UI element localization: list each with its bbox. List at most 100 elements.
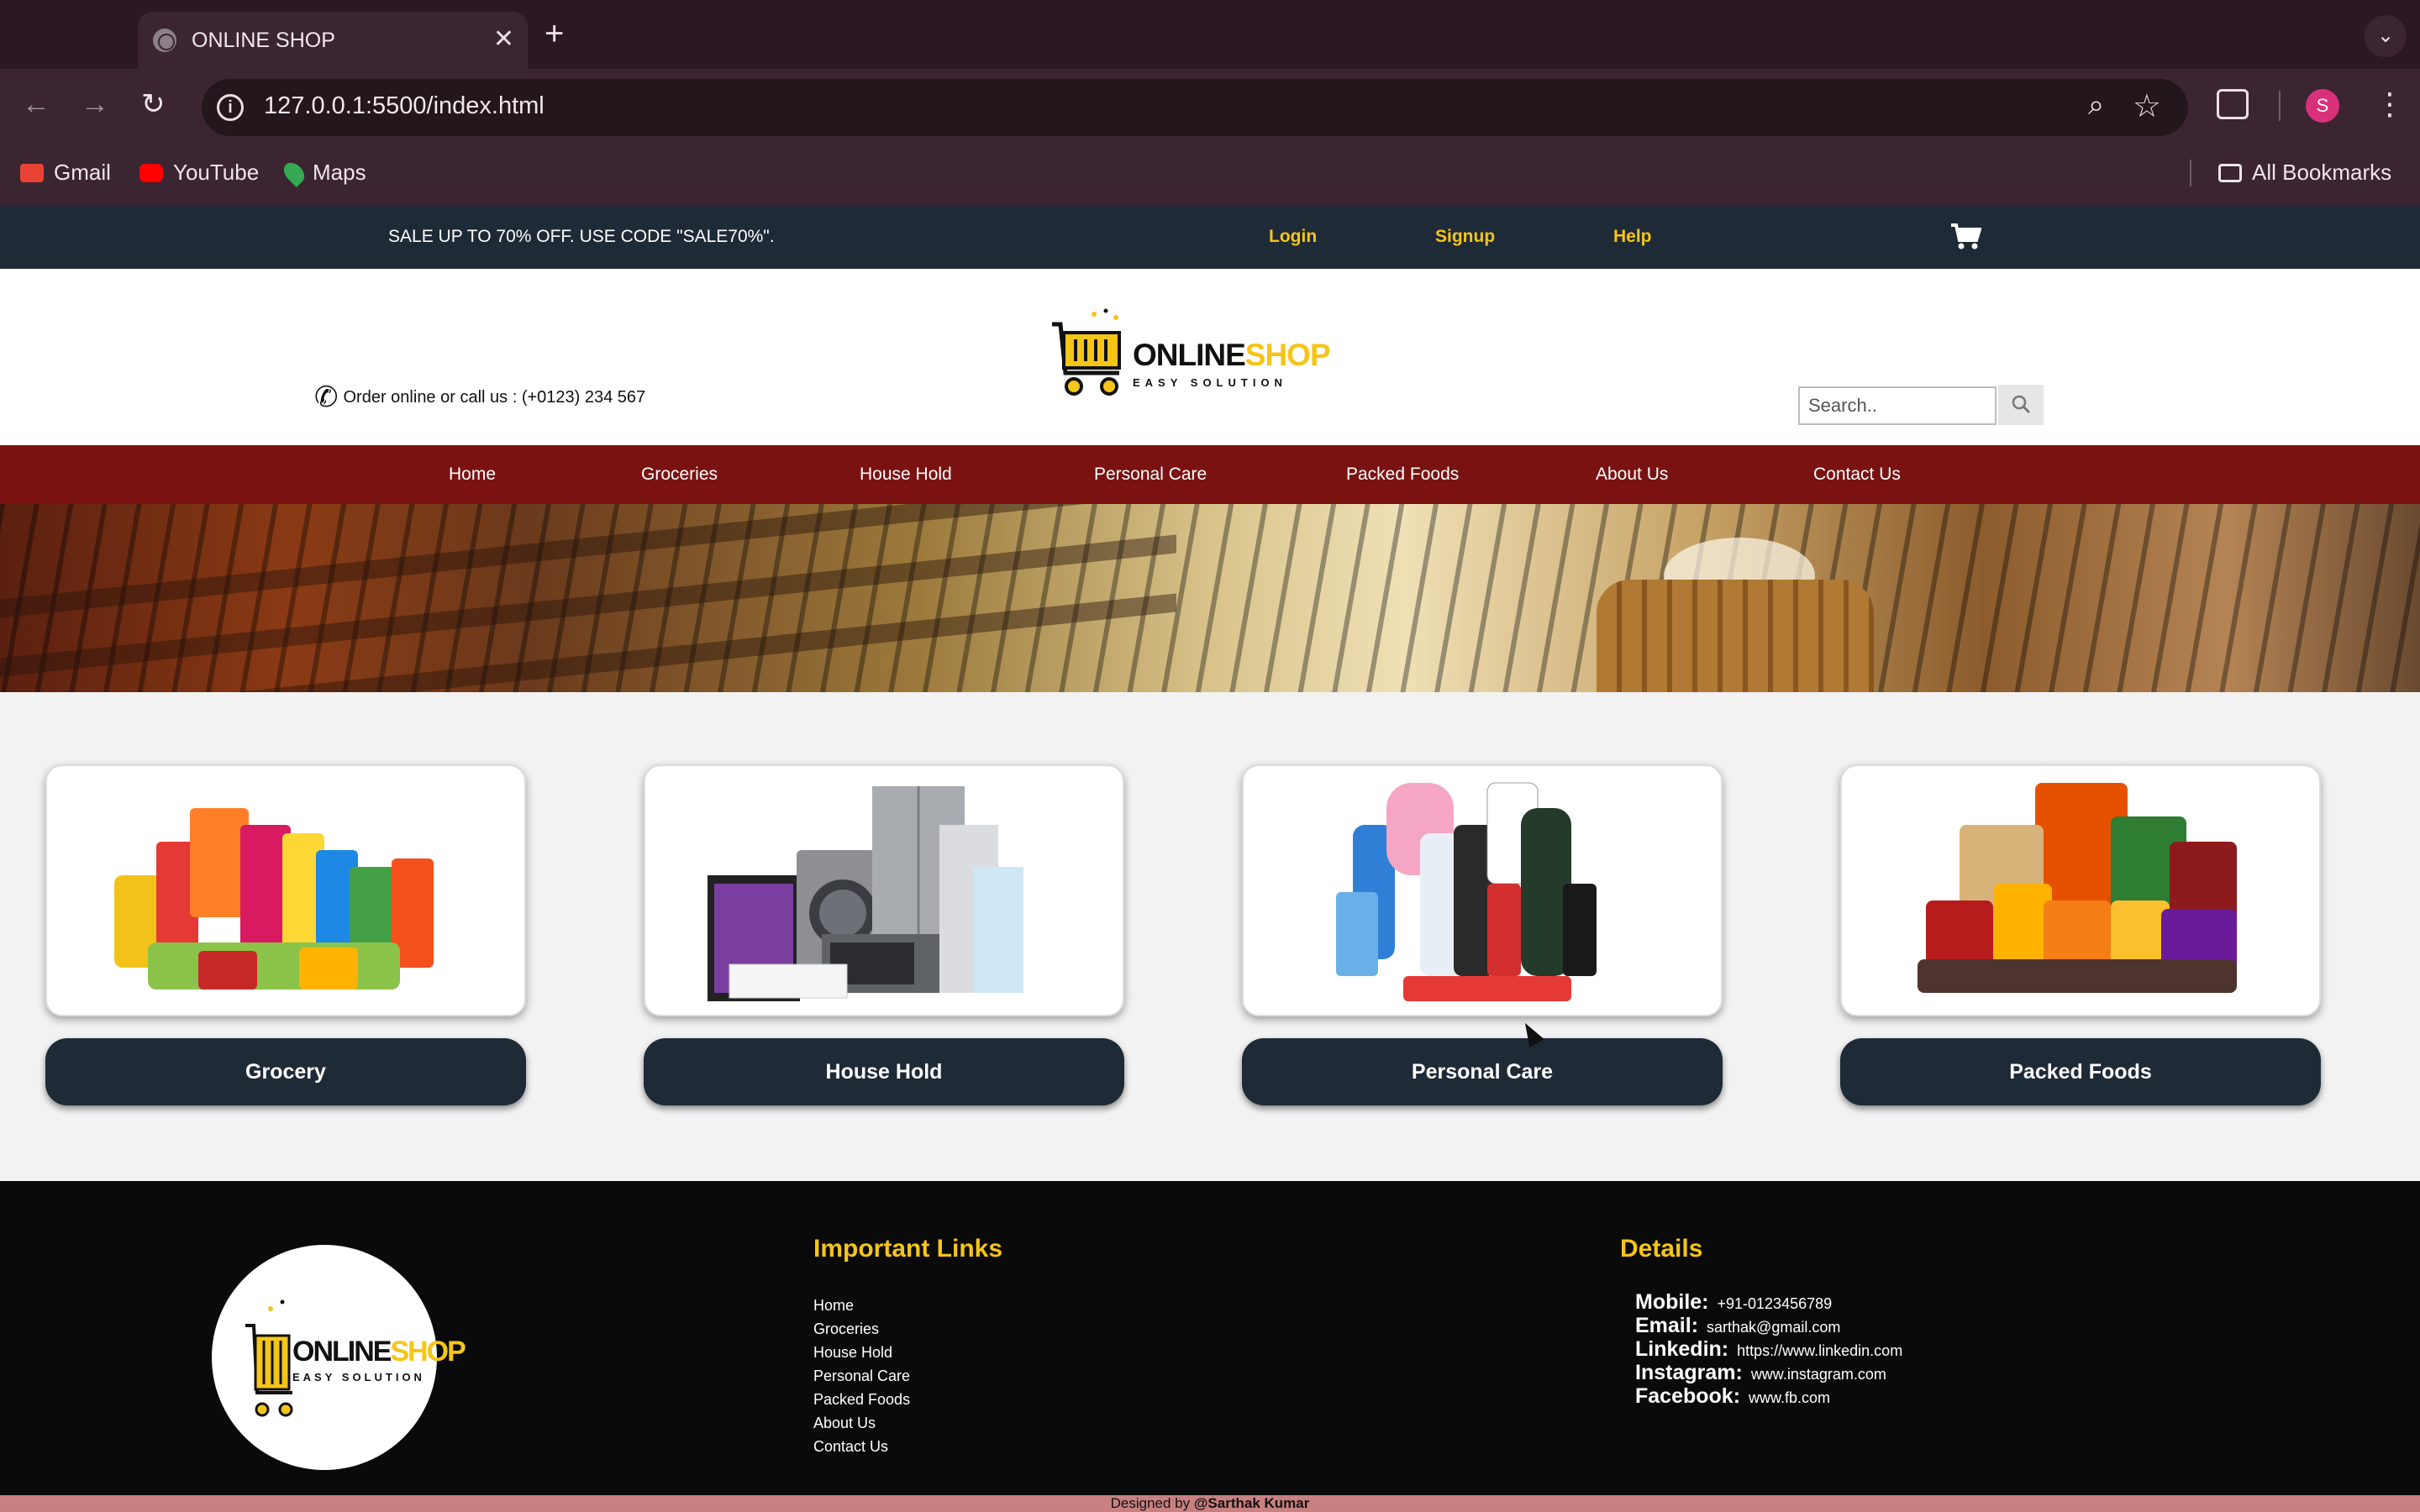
signup-link[interactable]: Signup [1435,205,1495,269]
detail-mobile: Mobile: +91-0123456789 [1635,1290,1832,1315]
toolbar-divider [2279,91,2281,121]
nav-packed-foods[interactable]: Packed Foods [1346,445,1459,504]
banner-barrel [1597,580,1874,692]
detail-key: Linkedin: [1635,1337,1729,1361]
web-page: SALE UP TO 70% OFF. USE CODE "SALE70%". … [0,205,2420,1512]
credit-author: @Sarthak Kumar [1193,1495,1310,1511]
search-button[interactable] [1998,385,2044,425]
logo-word-online: ONLINE [1133,338,1246,372]
nav-contact-us[interactable]: Contact Us [1813,445,1901,504]
household-card[interactable] [644,764,1124,1016]
site-footer: ONLINESHOP EASY SOLUTION Important Links… [0,1181,2420,1495]
household-appliances-image [708,786,1023,1001]
detail-value: sarthak@gmail.com [1707,1319,1841,1336]
site-logo[interactable]: ONLINESHOP EASY SOLUTION [1047,306,1331,400]
footer-link-groceries[interactable]: Groceries [813,1320,879,1338]
browser-menu-icon[interactable]: ⋮ [2375,86,2405,123]
details-heading: Details [1620,1235,1703,1263]
household-button[interactable]: House Hold [644,1038,1124,1105]
globe-icon [153,29,176,52]
detail-value: +91-0123456789 [1717,1295,1833,1312]
packed-foods-card[interactable] [1840,764,2321,1016]
detail-key: Instagram: [1635,1361,1743,1384]
main-navigation: Home Groceries House Hold Personal Care … [0,445,2420,504]
detail-key: Email: [1635,1314,1699,1337]
detail-facebook: Facebook: www.fb.com [1635,1384,1830,1409]
nav-groceries[interactable]: Groceries [641,445,718,504]
footer-link-contact-us[interactable]: Contact Us [813,1438,888,1456]
footer-cart-logo-icon [245,1299,293,1417]
site-header: ✆ Order online or call us : (+0123) 234 … [0,269,2420,445]
detail-value: www.instagram.com [1750,1366,1886,1383]
cart-icon[interactable] [1949,222,1981,250]
tab-title: ONLINE SHOP [192,29,335,52]
logo-word-shop: SHOP [390,1336,466,1368]
bookmark-star-icon[interactable]: ☆ [2133,87,2161,125]
bookmark-label: Maps [313,160,366,185]
personal-care-card[interactable] [1242,764,1723,1016]
detail-instagram: Instagram: www.instagram.com [1635,1361,1886,1385]
new-tab-button[interactable]: + [544,15,564,52]
nav-personal-care[interactable]: Personal Care [1094,445,1207,504]
detail-key: Facebook: [1635,1384,1741,1408]
shopping-cart-logo-icon [1052,308,1121,396]
site-info-icon[interactable]: i [217,94,244,121]
footer-logo[interactable]: ONLINESHOP EASY SOLUTION [212,1245,466,1470]
nav-home[interactable]: Home [449,445,496,504]
login-link[interactable]: Login [1269,205,1317,269]
important-links-heading: Important Links [813,1235,1003,1263]
tab-search-chevron-icon[interactable]: ⌄ [2365,15,2407,57]
all-bookmarks[interactable]: All Bookmarks [2218,160,2391,186]
logo-wordmark: ONLINESHOP [1133,338,1331,373]
promo-text: SALE UP TO 70% OFF. USE CODE "SALE70%". [388,227,775,246]
bookmark-divider [2190,160,2191,186]
nav-about-us[interactable]: About Us [1596,445,1668,504]
bookmark-label: Gmail [54,160,111,185]
forward-arrow-icon[interactable]: → [81,87,109,121]
personal-care-products-image [1336,782,1597,1001]
footer-link-home[interactable]: Home [813,1297,854,1315]
detail-key: Mobile: [1635,1290,1709,1314]
browser-chrome: ONLINE SHOP ✕ + ⌄ ← → ↻ i 127.0.0.1:5500… [0,0,2420,205]
footer-link-packed-foods[interactable]: Packed Foods [813,1391,910,1409]
youtube-icon [139,163,163,182]
close-tab-icon[interactable]: ✕ [493,24,514,55]
personal-care-button[interactable]: Personal Care [1242,1038,1723,1105]
hero-banner-image [0,504,2420,692]
all-bookmarks-label: All Bookmarks [2252,160,2392,185]
call-text: Order online or call us : (+0123) 234 56… [343,387,646,407]
footer-logo-tagline: EASY SOLUTION [292,1371,425,1383]
designer-credit: Designed by @Sarthak Kumar [0,1495,2420,1512]
zoom-icon[interactable]: ⌕ [2088,89,2104,122]
bookmark-youtube[interactable]: YouTube [139,160,259,186]
url-text[interactable]: 127.0.0.1:5500/index.html [264,92,544,120]
phone-icon: ✆ [314,381,339,413]
help-link[interactable]: Help [1613,205,1652,269]
detail-value: www.fb.com [1749,1389,1831,1406]
bookmark-maps[interactable]: Maps [280,158,366,187]
grocery-button[interactable]: Grocery [45,1038,526,1105]
address-bar[interactable]: i 127.0.0.1:5500/index.html ⌕ ☆ [202,79,2188,136]
folder-icon [2218,163,2242,182]
profile-avatar[interactable]: S [2306,89,2339,123]
browser-tab[interactable]: ONLINE SHOP ✕ [138,12,528,69]
detail-email: Email: sarthak@gmail.com [1635,1314,1840,1338]
footer-link-personal-care[interactable]: Personal Care [813,1368,910,1385]
detail-linkedin: Linkedin: https://www.linkedin.com [1635,1337,1902,1362]
maps-pin-icon [280,158,308,187]
grocery-card[interactable] [45,764,526,1016]
logo-word-online: ONLINE [292,1336,392,1368]
footer-link-about-us[interactable]: About Us [813,1415,876,1432]
call-info: ✆ Order online or call us : (+0123) 234 … [314,383,645,412]
bookmark-gmail[interactable]: Gmail [20,160,111,186]
reload-icon[interactable]: ↻ [141,87,166,121]
search-input[interactable] [1798,386,1996,425]
back-arrow-icon[interactable]: ← [22,87,50,121]
packed-foods-button[interactable]: Packed Foods [1840,1038,2321,1105]
nav-house-hold[interactable]: House Hold [860,445,952,504]
extensions-icon[interactable] [2217,89,2249,119]
footer-link-house-hold[interactable]: House Hold [813,1344,892,1362]
footer-logo-wordmark: ONLINESHOP [292,1336,466,1368]
bookmark-label: YouTube [173,160,260,185]
logo-word-shop: SHOP [1244,338,1331,372]
